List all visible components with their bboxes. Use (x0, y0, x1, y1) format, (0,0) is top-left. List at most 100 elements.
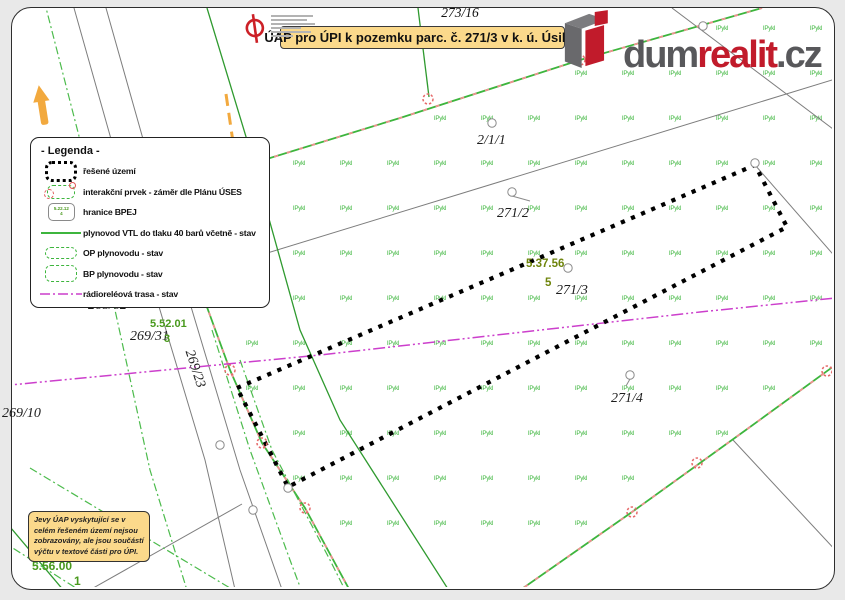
stamp (243, 13, 315, 45)
ip-symbol: IPykl (716, 160, 728, 167)
ip-symbol: IPykl (810, 205, 822, 212)
ip-symbol: IPykl (622, 430, 634, 437)
solved-area-boundary (237, 165, 787, 487)
ip-symbol: IPykl (434, 160, 446, 167)
gas-pipeline (506, 358, 832, 587)
ip-symbol: IPykl (622, 115, 634, 122)
ip-symbol: IPykl (763, 250, 775, 257)
ip-symbol: IPykl (669, 340, 681, 347)
legend: - Legenda - řešené území interakční prve… (30, 137, 270, 308)
ip-symbol: IPykl (528, 385, 540, 392)
ip-symbol: IPykl (528, 295, 540, 302)
dumrealit-logo: dumrealit.cz (563, 8, 821, 72)
stamp-icon (243, 13, 267, 45)
ip-symbol: IPykl (763, 295, 775, 302)
ip-symbol: IPykl (340, 520, 352, 527)
ip-symbol: IPykl (387, 475, 399, 482)
ip-symbol: IPykl (481, 520, 493, 527)
survey-point-icon (626, 371, 634, 379)
uses-swatch (47, 185, 75, 199)
ip-symbol: IPykl (481, 205, 493, 212)
parcel-boundary (733, 440, 832, 553)
map-title-box: ÚAP pro ÚPI k pozemku parc. č. 271/3 v k… (280, 26, 565, 49)
ip-symbol: IPykl (434, 475, 446, 482)
ip-symbol: IPykl (622, 295, 634, 302)
point-leader (512, 196, 530, 201)
ip-symbol: IPykl (528, 475, 540, 482)
ip-symbol: IPykl (528, 340, 540, 347)
bpej-swatch: 5.22.124 (48, 203, 75, 221)
ip-symbol: IPykl (528, 115, 540, 122)
ip-symbol: IPykl (387, 250, 399, 257)
ip-symbol: IPykl (575, 520, 587, 527)
ip-symbol: IPykl (716, 115, 728, 122)
ip-symbol: IPykl (387, 385, 399, 392)
ip-symbol: IPykl (434, 205, 446, 212)
survey-point-icon (249, 506, 257, 514)
ip-symbol: IPykl (387, 205, 399, 212)
legend-title: - Legenda - (41, 145, 265, 157)
legend-item-resene-uzemi: řešené území (39, 161, 265, 182)
ip-symbol: IPykl (387, 295, 399, 302)
ip-symbol: IPykl (293, 385, 305, 392)
ip-symbol: IPykl (575, 475, 587, 482)
ip-symbol: IPykl (293, 160, 305, 167)
ip-symbol: IPykl (528, 250, 540, 257)
gas-zone-line (240, 360, 350, 587)
ip-symbol: IPykl (481, 385, 493, 392)
ip-symbol: IPykl (669, 430, 681, 437)
ip-symbol: IPykl (716, 385, 728, 392)
ip-symbol: IPykl (481, 475, 493, 482)
gas-pipeline (200, 288, 355, 587)
legend-item-bp-plynovodu: BP plynovodu - stav (39, 264, 265, 285)
logo-dum: dum (623, 34, 697, 76)
ip-symbol: IPykl (434, 430, 446, 437)
solved-area-swatch (45, 161, 77, 182)
ip-symbol: IPykl (669, 295, 681, 302)
parcel-ref-label: 273/16 (420, 5, 500, 21)
ip-symbol: IPykl (434, 250, 446, 257)
ip-symbol: IPykl (575, 160, 587, 167)
ip-symbol: IPykl (763, 385, 775, 392)
ip-symbol: IPykl (293, 205, 305, 212)
ip-symbol: IPykl (669, 160, 681, 167)
ip-symbol: IPykl (481, 250, 493, 257)
survey-point-icon (284, 484, 292, 492)
logo-cz: .cz (776, 34, 821, 76)
gas-pipeline-ticks (506, 358, 832, 587)
ip-symbol: IPykl (293, 340, 305, 347)
ip-symbol: IPykl (481, 340, 493, 347)
gas-pipeline-ticks (200, 288, 355, 587)
ip-symbol: IPykl (340, 160, 352, 167)
ip-symbol: IPykl (293, 430, 305, 437)
legend-item-plynovod: plynovod VTL do tlaku 40 barů včetně - s… (39, 223, 265, 244)
survey-point-icon (564, 264, 572, 272)
dumrealit-house-icon (563, 8, 619, 72)
ip-symbol: IPykl (434, 385, 446, 392)
survey-point-icon (488, 119, 496, 127)
ip-symbol: IPykl (810, 340, 822, 347)
survey-point-icon (508, 188, 516, 196)
ip-symbol: IPykl (622, 385, 634, 392)
ip-symbol: IPykl (763, 340, 775, 347)
ip-symbol: IPykl (575, 250, 587, 257)
gas-main-line (417, 8, 429, 97)
ip-symbol: IPykl (669, 115, 681, 122)
legend-item-op-plynovodu: OP plynovodu - stav (39, 243, 265, 264)
ip-symbol: IPykl (810, 250, 822, 257)
op-swatch (45, 247, 77, 259)
planning-map-page: { "title_block": { "parcel_ref": "273/16… (0, 0, 845, 600)
north-arrow-icon (31, 84, 54, 126)
ip-symbol: IPykl (528, 205, 540, 212)
ip-symbol: IPykl (293, 250, 305, 257)
ip-symbol: IPykl (716, 295, 728, 302)
ip-symbol: IPykl (340, 205, 352, 212)
ip-symbol: IPykl (387, 340, 399, 347)
legend-item-radiorelova-trasa: rádioreléová trasa - stav (39, 284, 265, 305)
ip-symbol: IPykl (434, 520, 446, 527)
ip-symbol: IPykl (622, 205, 634, 212)
ip-symbol: IPykl (716, 205, 728, 212)
ip-symbol: IPykl (622, 475, 634, 482)
survey-point-icon (216, 441, 224, 449)
ip-symbol: IPykl (481, 160, 493, 167)
